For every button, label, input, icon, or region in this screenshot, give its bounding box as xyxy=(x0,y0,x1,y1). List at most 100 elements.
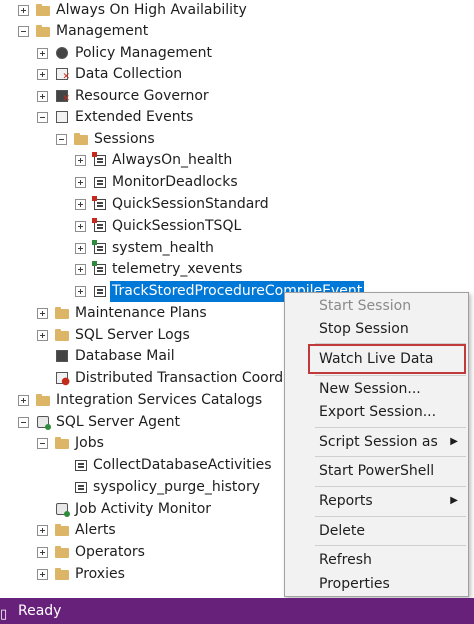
highlight-box xyxy=(308,344,466,374)
job-icon xyxy=(73,457,89,473)
job-icon xyxy=(73,479,89,495)
session-running-icon xyxy=(92,240,108,256)
tree-node-label: syspolicy_purge_history xyxy=(93,479,261,495)
tree-node-label: Proxies xyxy=(75,566,125,582)
sql-agent-icon xyxy=(35,414,51,430)
menu-item-label: Reports xyxy=(319,493,373,509)
menu-item-start-session: Start Session xyxy=(319,298,412,314)
database-mail-icon xyxy=(54,348,70,364)
tree-node-label: CollectDatabaseActivities xyxy=(93,457,272,473)
session-icon xyxy=(92,283,108,299)
expand-icon[interactable] xyxy=(37,330,48,341)
session-running-icon xyxy=(92,261,108,277)
tree-node-label: Operators xyxy=(75,544,145,560)
job-activity-icon xyxy=(54,501,70,517)
expand-icon[interactable] xyxy=(37,69,48,80)
expand-icon[interactable] xyxy=(75,199,86,210)
menu-item-script-session-as[interactable]: Script Session as ▶ xyxy=(285,430,468,454)
expand-icon[interactable] xyxy=(75,177,86,188)
expand-icon[interactable] xyxy=(37,525,48,536)
tree-node-label: Policy Management xyxy=(75,45,212,61)
menu-item-delete[interactable]: Delete xyxy=(285,519,468,543)
tree-node-label: Always On High Availability xyxy=(56,2,247,18)
context-menu: Start Session Stop Session Watch Live Da… xyxy=(284,292,469,597)
extended-events-icon xyxy=(54,109,70,125)
menu-item-properties[interactable]: Properties xyxy=(285,572,468,596)
collapse-icon[interactable] xyxy=(18,26,29,37)
tree-node-label: AlwaysOn_health xyxy=(112,152,233,168)
collapse-icon[interactable] xyxy=(56,134,67,145)
tree-node-label: telemetry_xevents xyxy=(112,261,243,277)
menu-separator xyxy=(315,427,466,428)
menu-separator xyxy=(315,375,466,376)
folder-icon xyxy=(54,305,70,321)
menu-item-new-session[interactable]: New Session... xyxy=(285,377,468,401)
menu-item-refresh[interactable]: Refresh xyxy=(285,548,468,572)
menu-item-start-powershell[interactable]: Start PowerShell xyxy=(285,459,468,483)
tree-node-label: Job Activity Monitor xyxy=(75,501,212,517)
tree-node-label: Alerts xyxy=(75,522,116,538)
menu-item-export-session[interactable]: Export Session... xyxy=(285,400,468,424)
menu-separator xyxy=(315,456,466,457)
data-collection-icon: ✕ xyxy=(54,66,70,82)
folder-icon xyxy=(73,131,89,147)
menu-item-reports[interactable]: Reports ▶ xyxy=(285,489,468,513)
expand-icon[interactable] xyxy=(18,395,29,406)
tree-node-label: Maintenance Plans xyxy=(75,305,207,321)
policy-icon xyxy=(54,45,70,61)
session-stopped-icon xyxy=(92,218,108,234)
expand-icon[interactable] xyxy=(75,221,86,232)
folder-icon xyxy=(35,392,51,408)
tree-node-label: MonitorDeadlocks xyxy=(112,174,238,190)
menu-separator xyxy=(315,516,466,517)
tree-node-label: Distributed Transaction Coordin xyxy=(75,370,296,386)
tree-node-label: Management xyxy=(56,23,149,39)
tree-node-label: Extended Events xyxy=(75,109,194,125)
status-bar: ▯ Ready xyxy=(0,598,474,624)
folder-icon xyxy=(35,2,51,18)
menu-separator xyxy=(315,486,466,487)
tree-node-label: QuickSessionStandard xyxy=(112,196,269,212)
menu-item-label: Script Session as xyxy=(319,434,438,450)
folder-icon xyxy=(54,327,70,343)
tree-node-label: Sessions xyxy=(94,131,155,147)
expand-icon[interactable] xyxy=(37,91,48,102)
session-stopped-icon xyxy=(92,196,108,212)
expand-icon[interactable] xyxy=(37,569,48,580)
submenu-arrow-icon: ▶ xyxy=(450,495,458,506)
dtc-icon: ● xyxy=(54,370,70,387)
expand-icon[interactable] xyxy=(37,308,48,319)
tree-node-label: Database Mail xyxy=(75,348,175,364)
submenu-arrow-icon: ▶ xyxy=(450,436,458,447)
folder-icon xyxy=(54,566,70,582)
resource-governor-icon: ✕ xyxy=(54,88,70,104)
tree-node-label: Data Collection xyxy=(75,66,183,82)
expand-icon[interactable] xyxy=(37,547,48,558)
tree-node-label: QuickSessionTSQL xyxy=(112,218,242,234)
menu-item-stop-session[interactable]: Stop Session xyxy=(285,317,468,341)
collapse-icon[interactable] xyxy=(18,417,29,428)
folder-icon xyxy=(54,522,70,538)
status-text: Ready xyxy=(18,603,62,619)
tree-node-label: Resource Governor xyxy=(75,88,209,104)
tree-node-label: SQL Server Agent xyxy=(56,414,180,430)
menu-separator xyxy=(315,545,466,546)
tree-node-label: Jobs xyxy=(75,435,104,451)
collapse-icon[interactable] xyxy=(37,112,48,123)
session-icon xyxy=(92,174,108,190)
folder-icon xyxy=(54,544,70,560)
tree-node-label: system_health xyxy=(112,240,214,256)
session-stopped-icon xyxy=(92,152,108,168)
status-icon: ▯ xyxy=(0,607,8,622)
tree-node-label: Integration Services Catalogs xyxy=(56,392,263,408)
folder-icon xyxy=(35,23,51,39)
expand-icon[interactable] xyxy=(37,48,48,59)
expand-icon[interactable] xyxy=(75,286,86,297)
expand-icon[interactable] xyxy=(75,155,86,166)
collapse-icon[interactable] xyxy=(37,438,48,449)
expand-icon[interactable] xyxy=(18,5,29,16)
expand-icon[interactable] xyxy=(75,243,86,254)
folder-icon xyxy=(54,435,70,451)
expand-icon[interactable] xyxy=(75,264,86,275)
tree-node-label: SQL Server Logs xyxy=(75,327,190,343)
